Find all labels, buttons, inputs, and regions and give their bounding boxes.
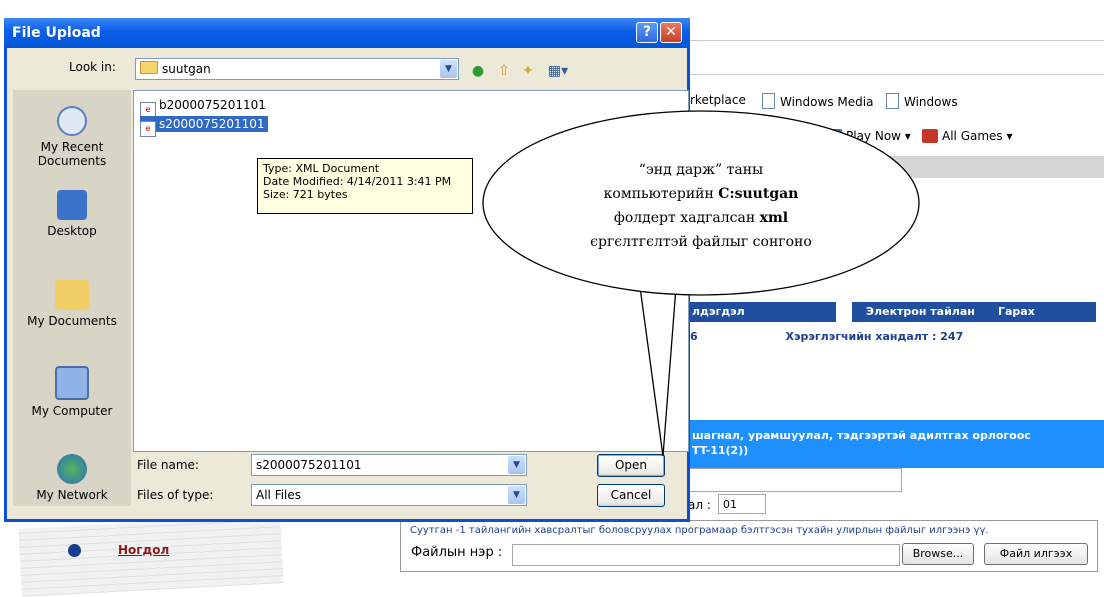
recent-documents-icon [57, 106, 87, 136]
file-name-label: Файлын нэр : [411, 545, 503, 560]
place-my-network[interactable]: My Network [13, 454, 131, 502]
my-network-icon [57, 454, 87, 484]
folder-icon [140, 61, 158, 74]
play-now-button[interactable]: Play Now ▾ [826, 129, 911, 143]
text-field[interactable] [686, 468, 902, 492]
nav-link-nogdol[interactable]: Ногдол [118, 543, 169, 557]
file-type-dropdown[interactable]: All Files ▼ [251, 484, 527, 506]
look-in-dropdown[interactable]: suutgan ▼ [135, 58, 459, 80]
file-name-input[interactable]: s2000075201101 ▼ [251, 454, 527, 476]
browse-button[interactable]: Browse... [902, 543, 974, 565]
favorite-link[interactable]: Windows Media [762, 93, 873, 109]
close-button[interactable]: ✕ [660, 22, 682, 43]
chevron-down-icon[interactable]: ▼ [508, 486, 525, 504]
dialog-title: File Upload [12, 25, 101, 41]
menu-item-e-report[interactable]: Электрон тайлан [852, 302, 992, 322]
file-upload-dialog: File Upload ? ✕ Look in: suutgan ▼ ● ⇧ ✦… [4, 18, 690, 522]
help-button[interactable]: ? [636, 22, 658, 43]
callout-text: “энд дарж” таны компьютерийн C:suutgan ф… [590, 162, 812, 250]
bullet-icon [68, 544, 81, 557]
cancel-button[interactable]: Cancel [597, 484, 665, 507]
menu-item-logout[interactable]: Гарах [992, 302, 1096, 322]
games-toolbar: Play Now ▾ All Games ▾ [686, 122, 1104, 150]
all-games-button[interactable]: All Games ▾ [922, 129, 1013, 143]
new-folder-icon[interactable]: ✦ [519, 62, 537, 80]
game-icon [826, 129, 842, 143]
chevron-down-icon[interactable]: ▼ [440, 60, 457, 78]
dialog-titlebar[interactable]: File Upload ? ✕ [4, 18, 690, 48]
favorite-link[interactable]: rketplace [690, 93, 746, 107]
look-in-label: Look in: [69, 60, 116, 74]
my-documents-icon [55, 280, 89, 310]
income-section-header: шагнал, урамшуулал, тэдгээртэй адилтгах … [686, 420, 1104, 468]
period-field[interactable]: 01 [718, 494, 766, 514]
file-type-label: Files of type: [137, 488, 214, 502]
xml-file-icon: e [140, 121, 156, 137]
games-icon [922, 129, 938, 143]
file-name-label: File name: [137, 458, 199, 472]
file-list[interactable]: e b2000075201101 e s2000075201101 [133, 90, 689, 452]
places-bar: My Recent Documents Desktop My Documents… [13, 90, 131, 506]
upload-instruction: Суутган -1 тайлангийн хавсралтыг боловср… [410, 525, 989, 536]
desktop-icon [57, 190, 87, 220]
open-button[interactable]: Open [597, 454, 665, 477]
menu-item-balance[interactable]: лдэгдэл [686, 302, 836, 322]
place-my-documents[interactable]: My Documents [13, 280, 131, 328]
list-item[interactable]: e b2000075201101 [140, 97, 269, 118]
place-desktop[interactable]: Desktop [13, 190, 131, 238]
place-recent-documents[interactable]: My Recent Documents [13, 106, 131, 168]
divider [686, 40, 1104, 41]
favorite-link[interactable]: Windows [886, 93, 958, 109]
page-icon [886, 93, 899, 109]
page-icon [762, 93, 775, 109]
up-folder-icon[interactable]: ⇧ [495, 62, 513, 80]
view-menu-icon[interactable]: ▦▾ [545, 62, 571, 80]
favorites-bar: rketplace Windows Media Windows [686, 86, 1104, 114]
user-info-row: 6 Хэрэглэгчийн хандалт : 247 [690, 330, 964, 343]
my-computer-icon [55, 366, 89, 400]
divider [686, 74, 1104, 75]
file-path-field[interactable] [512, 544, 900, 566]
period-label: ал : [688, 498, 711, 512]
chevron-down-icon[interactable]: ▼ [508, 456, 525, 474]
back-icon[interactable]: ● [469, 62, 487, 80]
main-menu: лдэгдэл Электрон тайлан Гарах [686, 302, 1096, 322]
send-file-button[interactable]: Файл илгээх [984, 543, 1088, 565]
place-my-computer[interactable]: My Computer [13, 366, 131, 418]
file-tooltip: Type: XML Document Date Modified: 4/14/2… [257, 158, 473, 214]
list-item[interactable]: e s2000075201101 [140, 116, 268, 137]
